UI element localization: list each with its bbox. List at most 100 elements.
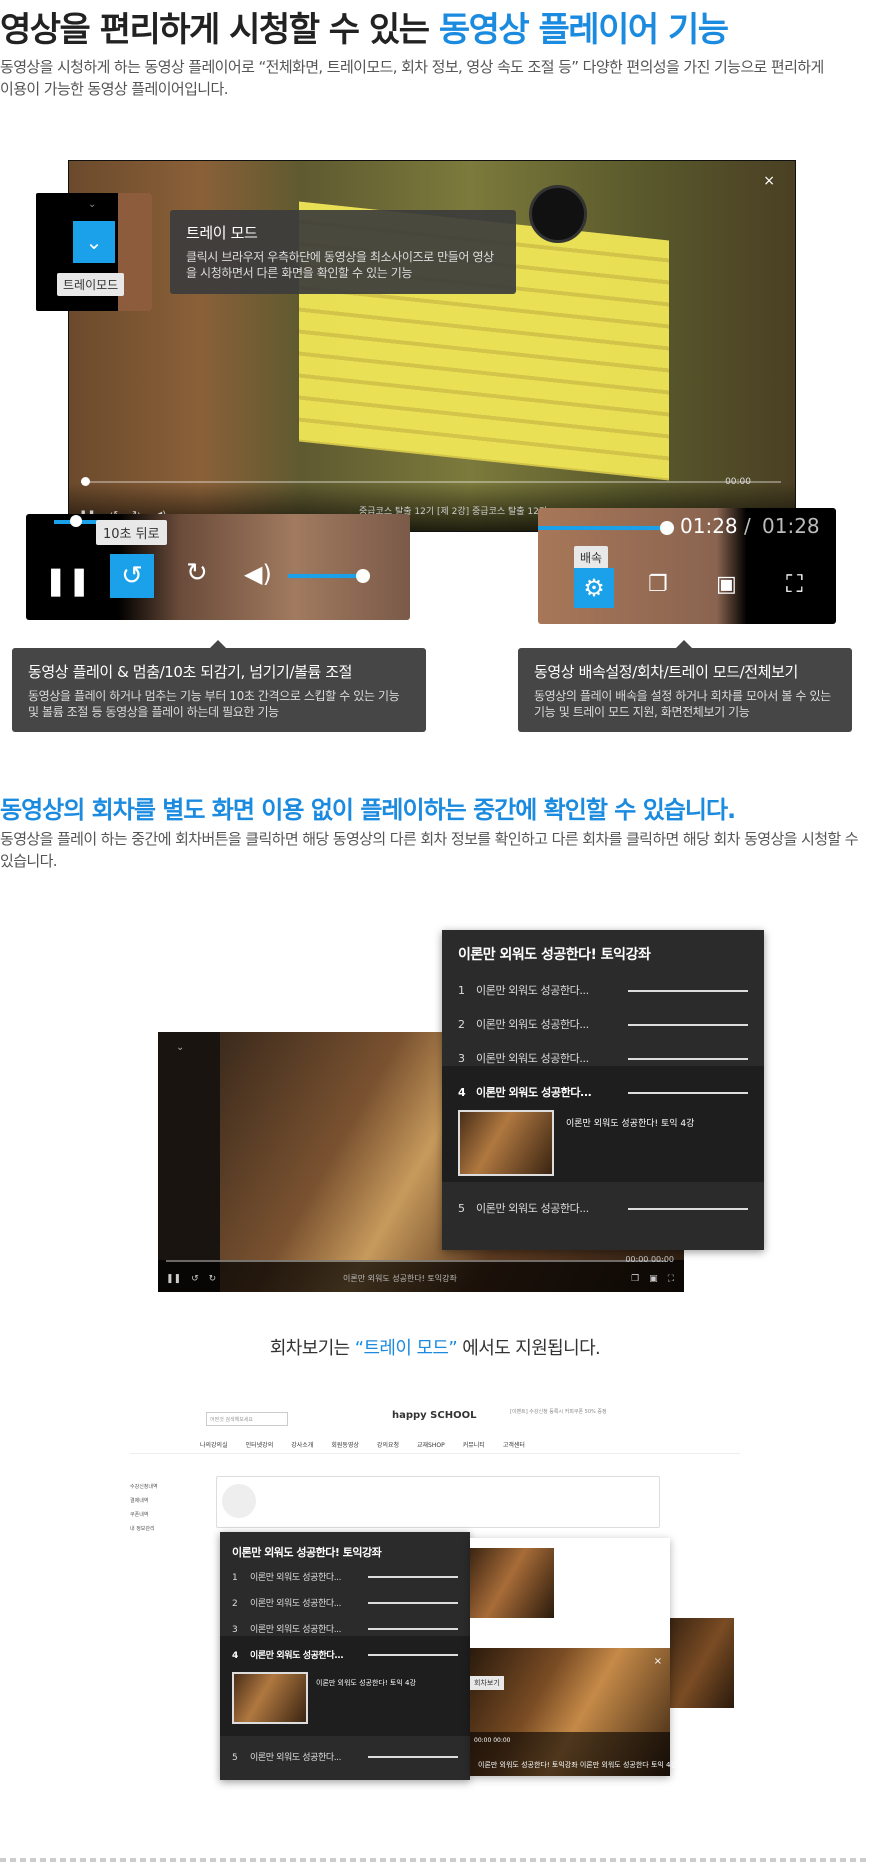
tray-mode-tooltip: 트레이 모드 클릭시 브라우저 우측하단에 동영상을 최소사이즈로 만들어 영상…: [170, 210, 516, 294]
episode-item-active[interactable]: 4 이론만 외워도 성공한다...: [232, 1648, 458, 1664]
episode-label: 이론만 외워도 성공한다...: [476, 1052, 589, 1065]
nav-item[interactable]: 회원동영상: [331, 1440, 359, 1449]
site-event-banner[interactable]: [이벤트] 수강신청 등록시 커피쿠폰 50% 증정: [510, 1408, 607, 1415]
progress-handle[interactable]: [660, 521, 674, 535]
episode-item[interactable]: 1 이론만 외워도 성공한다...: [458, 982, 748, 1004]
section1-title: 영상을 편리하게 시청할 수 있는 동영상 플레이어 기능: [0, 2, 729, 51]
episode-label: 이론만 외워도 성공한다...: [250, 1625, 342, 1635]
progress-bar[interactable]: [538, 526, 666, 530]
episode-label: 이론만 외워도 성공한다...: [476, 1202, 589, 1215]
playback-controls-zoom: 10초 뒤로 ❚❚ ↺ ↻ ◀): [26, 514, 410, 620]
nav-item[interactable]: 교재SHOP: [417, 1440, 445, 1449]
speed-tooltip: 배속: [574, 546, 609, 569]
sidebar-item[interactable]: 수강신청내역: [130, 1480, 180, 1494]
episode-label: 이론만 외워도 성공한다...: [250, 1599, 342, 1609]
site-logo[interactable]: happy SCHOOL: [392, 1410, 476, 1421]
tray-mode-button[interactable]: ▣: [716, 572, 737, 597]
volume-slider[interactable]: [288, 574, 364, 578]
rewind-icon: ↺: [121, 561, 143, 591]
volume-handle[interactable]: [356, 569, 370, 583]
close-icon[interactable]: ×: [763, 173, 775, 189]
speed-settings-button[interactable]: ⚙: [574, 568, 614, 608]
section3-title: 회차보기는 “트레이 모드” 에서도 지원됩니다.: [0, 1334, 870, 1360]
user-card: [216, 1476, 660, 1528]
section2-description: 동영상을 플레이 하는 중간에 회차버튼을 클릭하면 해당 동영상의 다른 회차…: [0, 830, 859, 870]
fullscreen-button[interactable]: ⛶: [786, 570, 803, 598]
episode-item[interactable]: 5 이론만 외워도 성공한다...: [232, 1750, 458, 1766]
sidebar-item[interactable]: 내 정보관리: [130, 1522, 180, 1536]
nav-item[interactable]: 커뮤니티: [463, 1440, 485, 1449]
settings-controls-zoom: 01:28 / 01:28 배속 ⚙ ❐ ▣ ⛶: [538, 508, 836, 624]
tooltip-title: 동영상 배속설정/회차/트레이 모드/전체보기: [534, 663, 798, 681]
forward-10s-button[interactable]: ↻: [186, 558, 208, 588]
title-highlight: 동영상 플레이어 기능: [438, 10, 729, 50]
avatar: [222, 1484, 256, 1518]
nav-item[interactable]: 고객센터: [503, 1440, 525, 1449]
episode-label: 이론만 외워도 성공한다...: [250, 1651, 344, 1661]
tray-mode-label: 트레이모드: [57, 273, 125, 296]
video-scene-clock: [529, 185, 587, 243]
episode-label: 이론만 외워도 성공한다...: [476, 984, 589, 997]
episode-item[interactable]: 1 이론만 외워도 성공한다...: [232, 1570, 458, 1586]
fullscreen-icon[interactable]: ⛶: [668, 1274, 674, 1284]
episode-item-active[interactable]: 4 이론만 외워도 성공한다...: [458, 1084, 748, 1106]
episode-progress: [628, 990, 748, 992]
episode-num: 4: [232, 1651, 238, 1661]
progress-bar[interactable]: [166, 1260, 666, 1262]
sidebar-item[interactable]: 쿠폰내역: [130, 1508, 180, 1522]
episode-thumbnail-title: 이론만 외워도 성공한다! 토익 4강: [566, 1119, 695, 1129]
sidebar-item[interactable]: 결제내역: [130, 1494, 180, 1508]
tray-mode-button[interactable]: ⌄: [73, 221, 115, 263]
tooltip-title: 트레이 모드: [186, 224, 258, 242]
episode-progress: [628, 1024, 748, 1026]
nav-item[interactable]: 강의요청: [377, 1440, 399, 1449]
rewind-icon[interactable]: ↺: [191, 1274, 199, 1284]
episode-progress: [628, 1208, 748, 1210]
mini-video-frame: 00:00 00:00 이론만 외워도 성공한다! 토익강좌 이론만 외워도 성…: [470, 1648, 677, 1776]
tooltip-arrow: [676, 640, 692, 648]
progress-handle[interactable]: [81, 477, 90, 486]
episode-progress: [368, 1756, 458, 1758]
episode-num: 5: [458, 1202, 465, 1215]
section1-description: 동영상을 시청하게 하는 동영상 플레이어로 “전체화면, 트레이모드, 회차 …: [0, 58, 824, 98]
rewind-10s-button[interactable]: ↺: [110, 554, 154, 598]
chevron-down-icon[interactable]: ⌄: [176, 1042, 184, 1053]
episode-thumbnail[interactable]: [232, 1672, 308, 1724]
nav-item[interactable]: 강사소개: [291, 1440, 313, 1449]
mini-video-thumb: [470, 1548, 554, 1618]
episode-item[interactable]: 3 이론만 외워도 성공한다...: [458, 1050, 748, 1072]
episode-num: 4: [458, 1086, 466, 1099]
pause-button[interactable]: ❚❚: [44, 564, 91, 597]
episode-progress: [368, 1576, 458, 1578]
episode-button[interactable]: ❐: [648, 572, 668, 597]
progress-bar[interactable]: [81, 477, 781, 486]
episode-item[interactable]: 5 이론만 외워도 성공한다...: [458, 1200, 748, 1222]
episode-item[interactable]: 2 이론만 외워도 성공한다...: [232, 1596, 458, 1612]
tray-icon[interactable]: ▣: [649, 1274, 658, 1284]
nav-item[interactable]: 인터넷강의: [246, 1440, 274, 1449]
tooltip-description: 동영상을 플레이 하거나 멈추는 기능 부터 10초 간격으로 스킵할 수 있는…: [28, 689, 400, 719]
episode-num: 2: [232, 1599, 238, 1609]
nav-item[interactable]: 나의강의실: [200, 1440, 228, 1449]
episode-icon[interactable]: ❐: [631, 1274, 639, 1284]
episode-item[interactable]: 2 이론만 외워도 성공한다...: [458, 1016, 748, 1038]
episode-num: 1: [232, 1573, 238, 1583]
tray-mode-zoom: ⌄ ⌄ 트레이모드: [36, 193, 152, 311]
episode-item[interactable]: 3 이론만 외워도 성공한다...: [232, 1622, 458, 1638]
episode-progress: [368, 1654, 458, 1656]
section2-title: 동영상의 회차를 별도 화면 이용 없이 플레이하는 중간에 확인할 수 있습니…: [0, 796, 736, 824]
episode-progress: [628, 1058, 748, 1060]
episode-thumbnail[interactable]: [458, 1110, 554, 1176]
title-suffix: 에서도 지원됩니다.: [457, 1338, 601, 1359]
episode-tooltip: 회차보기: [470, 1676, 504, 1690]
close-icon[interactable]: ×: [654, 1656, 662, 1667]
episode-label: 이론만 외워도 성공한다...: [476, 1086, 592, 1099]
video-title: 이론만 외워도 성공한다! 토익강좌: [343, 1274, 457, 1283]
tray-mini-player[interactable]: 00:00 00:00 이론만 외워도 성공한다! 토익강좌 이론만 외워도 성…: [470, 1538, 677, 1776]
progress-handle[interactable]: [70, 515, 82, 527]
volume-icon[interactable]: ◀): [244, 560, 272, 588]
forward-icon[interactable]: ↻: [209, 1274, 217, 1284]
episode-num: 3: [458, 1052, 465, 1065]
pause-icon[interactable]: ❚❚: [166, 1274, 181, 1284]
search-input[interactable]: 어떤것 검색해보세요: [206, 1412, 288, 1426]
